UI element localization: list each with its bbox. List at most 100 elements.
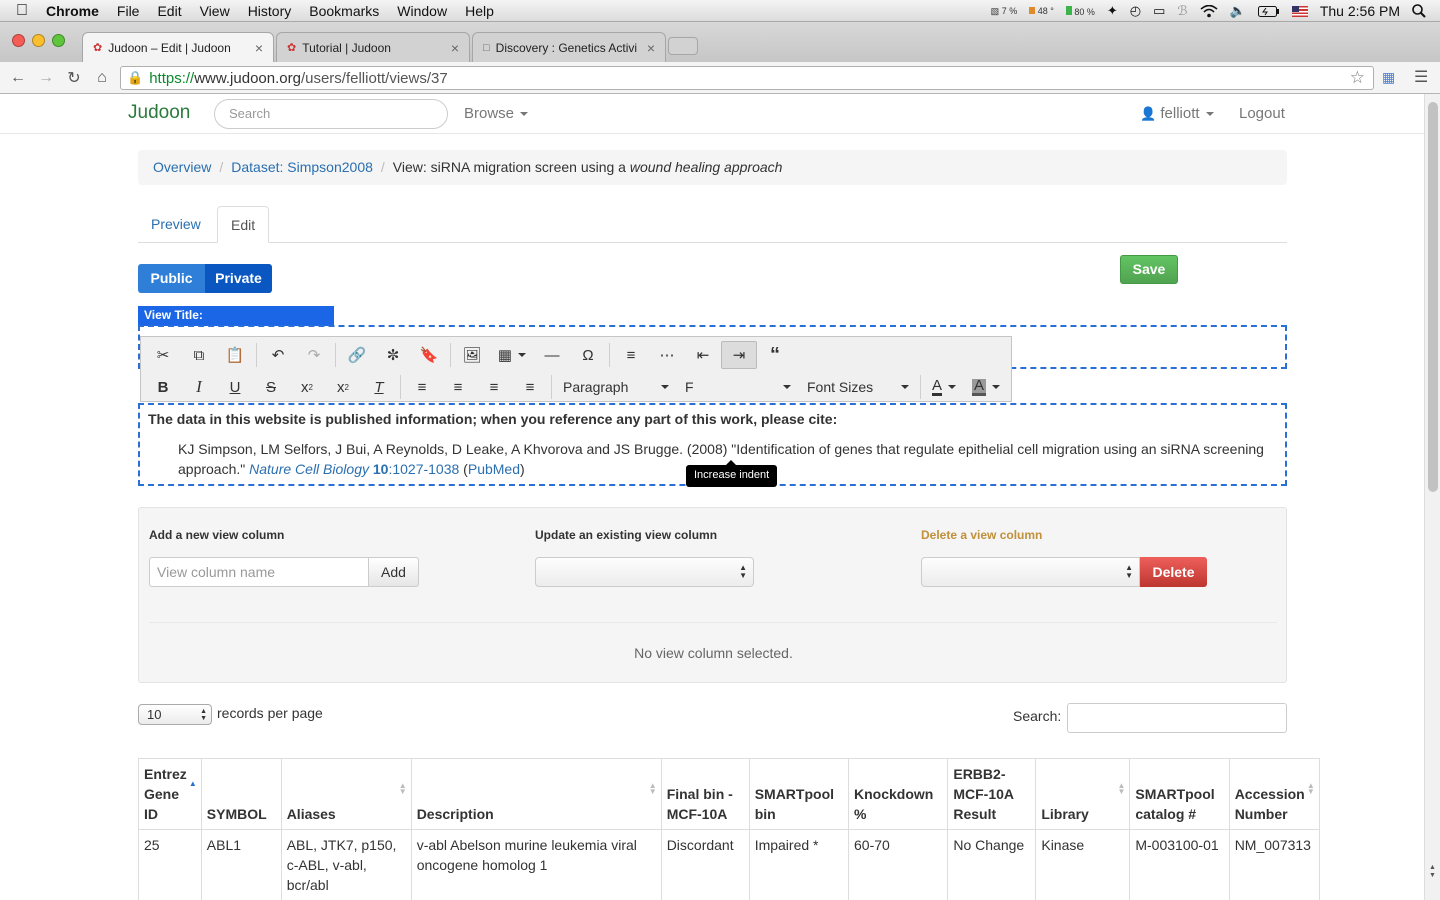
window-minimize-button[interactable] xyxy=(32,34,45,47)
extension-icon[interactable]: ▦ xyxy=(1382,69,1395,86)
breadcrumb-overview[interactable]: Overview xyxy=(153,159,211,175)
align-justify-icon[interactable]: ≡ xyxy=(512,373,548,401)
col-header-final-bin[interactable]: Final bin - MCF-10A xyxy=(660,758,750,830)
browse-dropdown[interactable]: Browse xyxy=(464,105,529,122)
menu-edit[interactable]: Edit xyxy=(157,3,181,19)
link-icon[interactable]: 🔗 xyxy=(339,341,375,369)
strikethrough-icon[interactable]: S xyxy=(253,373,289,401)
breadcrumb-dataset[interactable]: Dataset: Simpson2008 xyxy=(231,159,373,175)
bookmark-anchor-icon[interactable]: 🔖 xyxy=(411,341,447,369)
save-button[interactable]: Save xyxy=(1120,255,1178,284)
journal-link[interactable]: Nature Cell Biology 10:1027-1038 xyxy=(249,461,459,477)
us-flag-icon[interactable] xyxy=(1291,5,1308,17)
indent-icon[interactable]: ⇥ xyxy=(721,341,757,369)
user-dropdown[interactable]: 👤 felliott xyxy=(1140,105,1214,122)
image-icon[interactable]: 🖼 xyxy=(454,341,490,369)
reload-icon[interactable]: ↻ xyxy=(60,68,88,88)
outdent-icon[interactable]: ⇤ xyxy=(685,341,721,369)
superscript-icon[interactable]: x2 xyxy=(325,373,361,401)
col-header-description[interactable]: Description ▲ ▼ xyxy=(410,758,662,830)
align-right-icon[interactable]: ≡ xyxy=(476,373,512,401)
menu-bookmarks[interactable]: Bookmarks xyxy=(309,3,379,19)
home-icon[interactable]: ⌂ xyxy=(88,69,116,87)
column-name-input[interactable]: View column name xyxy=(149,557,369,587)
logout-link[interactable]: Logout xyxy=(1239,105,1285,122)
tab-close-icon[interactable]: × xyxy=(255,40,263,56)
menubar-clock[interactable]: Thu 2:56 PM xyxy=(1320,3,1400,19)
new-tab-button[interactable] xyxy=(668,37,698,55)
font-family-select[interactable]: F xyxy=(677,374,799,400)
font-size-select[interactable]: Font Sizes xyxy=(799,374,917,400)
menu-file[interactable]: File xyxy=(117,3,140,19)
menu-view[interactable]: View xyxy=(200,3,230,19)
page-scrollbar[interactable]: ▲ ▼ xyxy=(1424,94,1440,900)
table-icon[interactable]: ▦ xyxy=(490,341,534,369)
browser-tab-tutorial[interactable]: ✿ Tutorial | Judoon × xyxy=(276,32,470,62)
window-close-button[interactable] xyxy=(12,34,25,47)
italic-icon[interactable]: I xyxy=(181,373,217,401)
tab-edit[interactable]: Edit xyxy=(217,206,270,243)
paste-icon[interactable]: 📋 xyxy=(217,341,253,369)
special-char-icon[interactable]: Ω xyxy=(570,341,606,369)
delete-column-button[interactable]: Delete xyxy=(1140,557,1207,587)
scrollbar-thumb[interactable] xyxy=(1428,102,1438,492)
clear-formatting-icon[interactable]: T xyxy=(361,373,397,401)
back-arrow-icon[interactable]: ← xyxy=(4,69,32,87)
battery-status[interactable]: 80 % xyxy=(1065,5,1095,17)
bluetooth-icon[interactable]: ℬ xyxy=(1177,3,1187,19)
pubmed-link[interactable]: PubMed xyxy=(468,461,520,477)
volume-icon[interactable]: 🔈 xyxy=(1230,3,1246,19)
public-button[interactable]: Public xyxy=(138,264,205,293)
tab-close-icon[interactable]: × xyxy=(647,40,655,56)
update-column-select[interactable]: ▲ ▼ xyxy=(535,557,754,587)
forward-arrow-icon[interactable]: → xyxy=(32,69,60,87)
cpu-status[interactable]: ▧ 7 % xyxy=(991,6,1018,17)
menu-window[interactable]: Window xyxy=(397,3,447,19)
temp-status[interactable]: 48 ° xyxy=(1029,6,1054,16)
site-search-input[interactable]: Search xyxy=(214,99,448,129)
align-left-icon[interactable]: ≡ xyxy=(404,373,440,401)
col-header-entrez-gene-id[interactable]: Entrez Gene ID ▲ xyxy=(138,758,202,830)
col-header-library[interactable]: Library ▲ ▼ xyxy=(1035,758,1131,830)
butterfly-icon[interactable]: ✦ xyxy=(1107,3,1118,19)
add-column-button[interactable]: Add xyxy=(368,557,419,587)
redo-icon[interactable]: ↷ xyxy=(296,341,332,369)
horizontal-rule-icon[interactable]: — xyxy=(534,341,570,369)
bold-icon[interactable]: B xyxy=(145,373,181,401)
apple-menu-icon[interactable]:  xyxy=(16,2,28,20)
tab-close-icon[interactable]: × xyxy=(451,40,459,56)
time-machine-icon[interactable]: ◴ xyxy=(1130,3,1141,19)
numbered-list-icon[interactable]: ≡ xyxy=(613,341,649,369)
block-format-select[interactable]: Paragraph xyxy=(555,374,677,400)
table-search-input[interactable] xyxy=(1067,703,1287,733)
col-header-aliases[interactable]: Aliases ▲ ▼ xyxy=(280,758,412,830)
bookmark-star-icon[interactable]: ☆ xyxy=(1350,68,1365,88)
chrome-menu-icon[interactable]: ☰ xyxy=(1414,67,1428,87)
display-icon[interactable]: ▭ xyxy=(1153,3,1165,19)
spotlight-icon[interactable] xyxy=(1412,4,1426,18)
private-button[interactable]: Private xyxy=(205,264,272,293)
bg-color-icon[interactable]: A xyxy=(964,373,1008,401)
undo-icon[interactable]: ↶ xyxy=(260,341,296,369)
col-header-symbol[interactable]: SYMBOL xyxy=(200,758,282,830)
align-center-icon[interactable]: ≡ xyxy=(440,373,476,401)
col-header-catalog[interactable]: SMARTpool catalog # xyxy=(1129,758,1230,830)
records-per-page-select[interactable]: 10 ▲ ▼ xyxy=(138,704,212,725)
menu-app-name[interactable]: Chrome xyxy=(46,3,99,19)
window-zoom-button[interactable] xyxy=(52,34,65,47)
brand-logo[interactable]: Judoon xyxy=(128,102,190,124)
ssl-lock-icon[interactable]: 🔒 xyxy=(127,70,143,86)
address-bar[interactable]: 🔒 https:// www.judoon.org /users/felliot… xyxy=(120,66,1374,90)
tab-preview[interactable]: Preview xyxy=(138,206,214,243)
subscript-icon[interactable]: x2 xyxy=(289,373,325,401)
scroll-arrows-icon[interactable]: ▲ ▼ xyxy=(1429,864,1436,880)
col-header-erbb2-result[interactable]: ERBB2- MCF-10A Result xyxy=(947,758,1037,830)
delete-column-select[interactable]: ▲ ▼ xyxy=(921,557,1140,587)
bullet-list-icon[interactable]: ⋯ xyxy=(649,341,685,369)
menu-help[interactable]: Help xyxy=(465,3,494,19)
wifi-icon[interactable] xyxy=(1200,4,1218,18)
browser-tab-judoon-edit[interactable]: ✿ Judoon – Edit | Judoon × xyxy=(82,32,274,62)
col-header-smartpool-bin[interactable]: SMARTpool bin xyxy=(748,758,850,830)
unlink-icon[interactable]: ✼ xyxy=(375,341,411,369)
col-header-knockdown[interactable]: Knockdown% xyxy=(848,758,949,830)
